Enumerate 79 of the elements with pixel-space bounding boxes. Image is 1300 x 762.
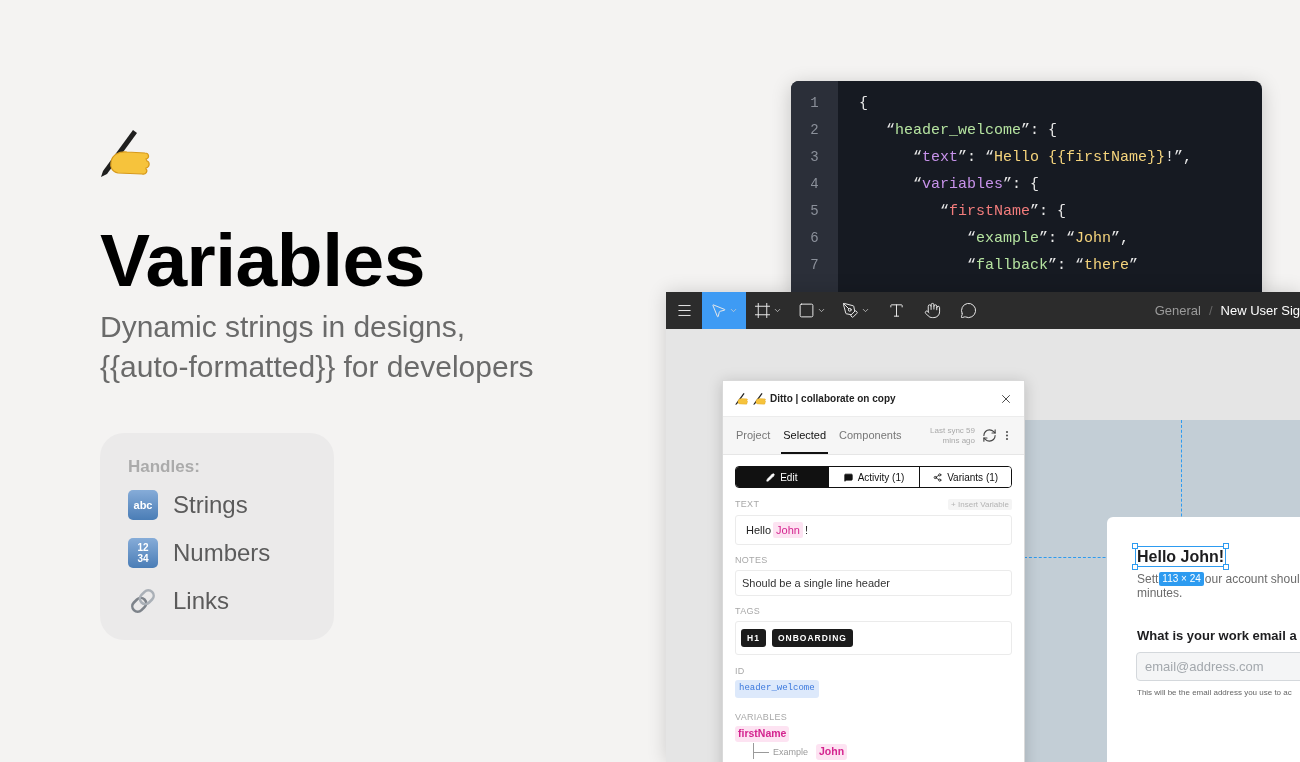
line-number: 3 xyxy=(810,148,819,167)
code-line: “example”: “John”, xyxy=(967,229,1130,249)
line-number: 7 xyxy=(810,256,819,275)
section-label: TAGS xyxy=(735,606,761,617)
digits-symbol: 1234 xyxy=(128,538,158,568)
mode-tab[interactable]: Edit xyxy=(736,467,828,487)
variable-chip: John xyxy=(773,521,803,539)
handle-label: Numbers xyxy=(173,538,271,568)
resize-handle[interactable] xyxy=(1132,543,1138,549)
refresh-button[interactable] xyxy=(981,427,997,444)
writing-hand-icon xyxy=(735,392,748,405)
tag: H1 xyxy=(741,629,766,647)
code-line: “variables”: { xyxy=(913,175,1040,195)
field-text: ! xyxy=(804,522,808,538)
tab[interactable]: Components xyxy=(837,417,904,454)
writing-hand-icon xyxy=(100,130,150,177)
handles-heading: Handles: xyxy=(128,456,200,478)
chain-link-icon xyxy=(128,586,158,616)
code-line: “text”: “Hello {{firstName}}!”, xyxy=(913,148,1193,168)
subtitle: Dynamic strings in designs, {{auto-formatted}} for developers xyxy=(100,309,534,385)
sync-status: Last sync 59 mins ago xyxy=(929,425,975,446)
page-title: Variables xyxy=(100,223,425,298)
size-badge: 113 × 24 xyxy=(1159,572,1204,586)
email-input[interactable]: email@address.com xyxy=(1136,652,1300,681)
menu-icon xyxy=(675,302,693,319)
section-label: ID xyxy=(735,666,745,677)
helper-text: This will be the email address you use to ac xyxy=(1137,688,1292,698)
line-number: 4 xyxy=(810,175,819,194)
square-icon xyxy=(798,302,815,319)
tab[interactable]: Selected xyxy=(781,417,829,454)
field-text: Hello xyxy=(746,522,772,538)
section-label: NOTES xyxy=(735,555,768,566)
id-chip: header_welcome xyxy=(735,680,819,698)
speech-bubble-icon xyxy=(959,302,977,319)
variable-chip: firstName xyxy=(735,726,790,742)
text-icon xyxy=(887,302,905,319)
description-text: Sett xyxy=(1137,572,1159,586)
pencil-icon xyxy=(766,472,776,482)
tag: ONBOARDING xyxy=(771,629,853,647)
hand-icon xyxy=(923,302,941,319)
handle-label: Links xyxy=(173,586,230,616)
card-heading: Hello John! xyxy=(1137,547,1225,566)
frame-icon xyxy=(754,302,771,319)
writing-hand-icon xyxy=(753,392,766,405)
line-number: 6 xyxy=(810,229,819,248)
tags-field[interactable]: H1 ONBOARDING xyxy=(735,621,1012,655)
comment-icon xyxy=(843,472,853,482)
line-number: 2 xyxy=(810,121,819,140)
pen-icon xyxy=(842,302,859,319)
code-line: “firstName”: { xyxy=(940,202,1067,222)
file-name: New User Sig xyxy=(1220,301,1300,320)
resize-handle[interactable] xyxy=(1132,564,1138,570)
section-label: VARIABLES xyxy=(735,712,788,723)
section-label: TEXT xyxy=(735,499,760,510)
letters-symbol: abc xyxy=(128,490,158,520)
plugin-title: Ditto | collaborate on copy xyxy=(770,392,896,406)
variable-value-chip: John xyxy=(816,744,848,760)
code-line: “fallback”: “there” xyxy=(967,256,1139,276)
text-field[interactable]: Hello John ! xyxy=(735,515,1012,545)
question-label: What is your work email a xyxy=(1137,628,1297,644)
description-text: our account shoul xyxy=(1204,572,1300,586)
breadcrumb-link[interactable]: General xyxy=(1154,300,1201,321)
handle-label: Strings xyxy=(173,490,248,520)
resize-handle[interactable] xyxy=(1223,543,1230,549)
cursor-icon xyxy=(710,302,727,319)
mode-tab[interactable]: Variants (1) xyxy=(919,467,1011,487)
resize-handle[interactable] xyxy=(1223,564,1230,570)
line-number: 1 xyxy=(810,94,819,113)
tab[interactable]: Project xyxy=(734,417,773,454)
code-line: { xyxy=(859,94,868,114)
description-text: minutes. xyxy=(1137,586,1183,600)
breadcrumb-separator: / xyxy=(1208,301,1213,320)
property-label: Example xyxy=(773,746,808,758)
tree-connector-line xyxy=(753,743,769,759)
code-line: “header_welcome”: { xyxy=(886,121,1058,141)
line-number: 5 xyxy=(810,202,819,221)
branch-icon xyxy=(933,472,943,482)
notes-field[interactable]: Should be a single line header xyxy=(735,570,1012,596)
refresh-icon xyxy=(981,428,997,443)
